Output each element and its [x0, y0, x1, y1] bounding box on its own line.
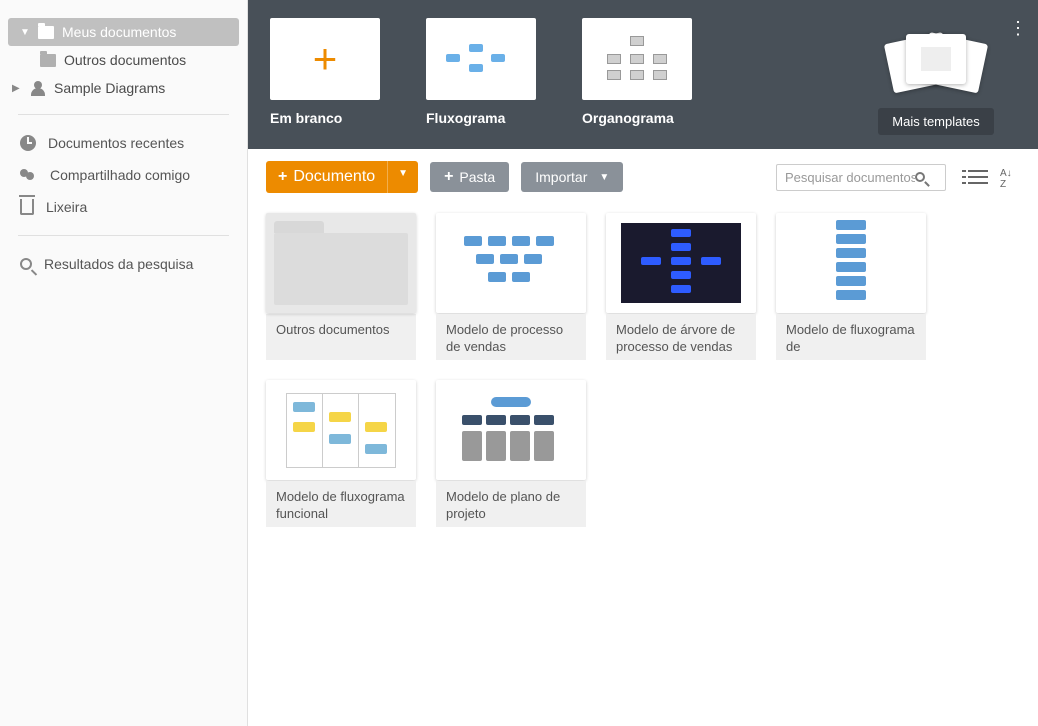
- folder-card[interactable]: Outros documentos: [266, 213, 416, 360]
- sidebar-label: Meus documentos: [62, 24, 176, 40]
- template-blank[interactable]: + Em branco: [270, 18, 398, 135]
- template-label: Fluxograma: [426, 110, 554, 126]
- template-more[interactable]: Mais templates: [856, 18, 1016, 135]
- document-card[interactable]: Modelo de processo de vendas: [436, 213, 586, 360]
- more-templates-icon: [856, 18, 1016, 100]
- folder-thumb: [266, 213, 416, 313]
- template-label: Em branco: [270, 110, 398, 126]
- card-title: Modelo de fluxograma funcional: [266, 481, 416, 527]
- card-title: Modelo de processo de vendas: [436, 314, 586, 360]
- import-button[interactable]: Importar ▼: [521, 162, 623, 192]
- document-card[interactable]: Modelo de plano de projeto: [436, 380, 586, 527]
- document-card[interactable]: Modelo de fluxograma de: [776, 213, 926, 360]
- sort-toggle[interactable]: A↓Z: [1000, 168, 1020, 186]
- document-card[interactable]: Modelo de fluxograma funcional: [266, 380, 416, 527]
- card-title: Modelo de fluxograma de: [776, 314, 926, 360]
- sidebar-search-results[interactable]: Resultados da pesquisa: [0, 248, 247, 280]
- sidebar-label: Compartilhado comigo: [50, 167, 190, 183]
- card-title: Modelo de plano de projeto: [436, 481, 586, 527]
- sidebar-shared-with-me[interactable]: Compartilhado comigo: [0, 159, 247, 191]
- caret-down-icon: ▼: [20, 27, 30, 38]
- sidebar-item-other-documents[interactable]: Outros documentos: [0, 46, 247, 74]
- card-thumb: [436, 213, 586, 313]
- search-icon: [915, 172, 925, 182]
- more-templates-button[interactable]: Mais templates: [878, 108, 993, 135]
- new-document-button[interactable]: + Documento ▼: [266, 161, 418, 193]
- sidebar-label: Documentos recentes: [48, 135, 184, 151]
- people-icon: [20, 168, 38, 182]
- trash-icon: [20, 199, 34, 215]
- sidebar-trash[interactable]: Lixeira: [0, 191, 247, 223]
- toolbar: + Documento ▼ + Pasta Importar ▼ A↓Z: [248, 149, 1038, 205]
- sidebar-label: Lixeira: [46, 199, 87, 215]
- button-label: Pasta: [459, 169, 495, 185]
- documents-grid: Outros documentos: [248, 205, 1038, 535]
- caret-right-icon: ▶: [12, 83, 22, 94]
- card-thumb: [776, 213, 926, 313]
- view-list-toggle[interactable]: [968, 168, 988, 186]
- sidebar-label: Sample Diagrams: [54, 80, 165, 96]
- sidebar-label: Outros documentos: [64, 52, 186, 68]
- template-thumb: +: [270, 18, 380, 100]
- sidebar-item-my-documents[interactable]: ▼ Meus documentos: [8, 18, 239, 46]
- sidebar-label: Resultados da pesquisa: [44, 256, 193, 272]
- separator: [18, 235, 229, 236]
- template-flowchart[interactable]: Fluxograma: [426, 18, 554, 135]
- chevron-down-icon: ▼: [599, 172, 609, 183]
- clock-icon: [20, 135, 36, 151]
- button-label: Documento: [293, 168, 375, 186]
- new-document-dropdown[interactable]: ▼: [387, 161, 418, 193]
- sidebar-item-sample-diagrams[interactable]: ▶ Sample Diagrams: [0, 74, 247, 102]
- new-folder-button[interactable]: + Pasta: [430, 162, 509, 192]
- sidebar: ▼ Meus documentos Outros documentos ▶ Sa…: [0, 0, 248, 726]
- kebab-menu-icon[interactable]: ⋮: [1008, 18, 1028, 39]
- template-thumb: [582, 18, 692, 100]
- folder-icon: [40, 54, 56, 67]
- main-area: + Em branco Fluxograma: [248, 0, 1038, 726]
- sidebar-recent-documents[interactable]: Documentos recentes: [0, 127, 247, 159]
- plus-icon: +: [444, 169, 453, 185]
- search-icon: [20, 258, 32, 270]
- document-card[interactable]: Modelo de árvore de processo de vendas: [606, 213, 756, 360]
- template-thumb: [426, 18, 536, 100]
- template-bar: + Em branco Fluxograma: [248, 0, 1038, 149]
- person-icon: [30, 80, 46, 96]
- card-thumb: [436, 380, 586, 480]
- search-input[interactable]: [785, 170, 915, 185]
- card-thumb: [266, 380, 416, 480]
- card-title: Modelo de árvore de processo de vendas: [606, 314, 756, 360]
- search-box[interactable]: [776, 164, 946, 191]
- card-thumb: [606, 213, 756, 313]
- plus-icon: +: [278, 169, 287, 185]
- plus-icon: +: [313, 38, 338, 80]
- separator: [18, 114, 229, 115]
- template-orgchart[interactable]: Organograma: [582, 18, 710, 135]
- template-label: Organograma: [582, 110, 710, 126]
- card-title: Outros documentos: [266, 314, 416, 360]
- folder-icon: [38, 26, 54, 39]
- button-label: Importar: [535, 169, 587, 185]
